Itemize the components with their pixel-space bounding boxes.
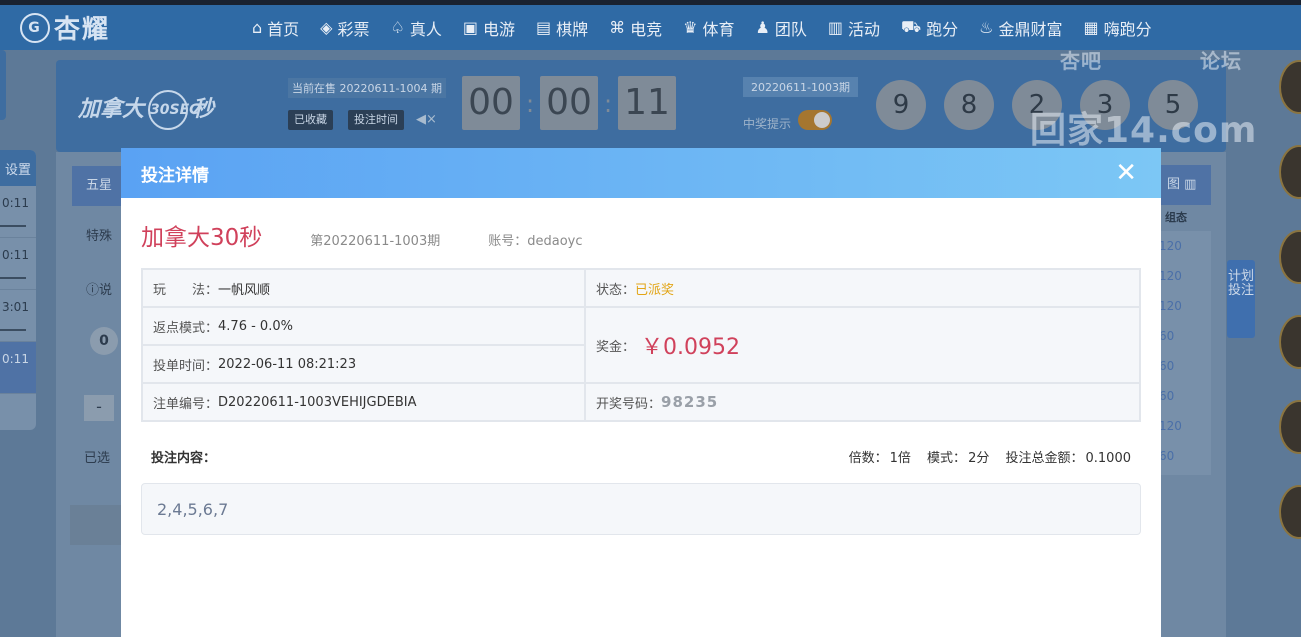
last-number-ball: 9: [876, 80, 926, 130]
team-icon: ♟: [755, 18, 770, 37]
nav-item-runscore[interactable]: ⛟ 跑分: [901, 16, 958, 40]
status-cell: 状态： 已派奖: [585, 269, 1140, 307]
logo-badge-icon: G: [20, 12, 50, 43]
live-dealer-icon: ♤: [390, 18, 405, 37]
status-badge: 已派奖: [635, 282, 675, 298]
bet-content-label: 投注内容：: [151, 450, 217, 466]
special-label[interactable]: 特殊: [86, 225, 112, 244]
plan-bet-button[interactable]: 计划投注: [1227, 260, 1255, 338]
account-label: 账号：: [488, 234, 528, 249]
minus-button[interactable]: -: [84, 395, 114, 421]
bet-summary: 加拿大30秒 第20220611-1003期 账号： dedaoyc: [141, 218, 1141, 251]
info-label: ⓘ说: [86, 283, 113, 298]
countdown-colon: :: [604, 90, 613, 118]
number-ball[interactable]: 0: [90, 327, 118, 355]
history-row[interactable]: 3:01: [0, 290, 36, 342]
history-row[interactable]: 0:11: [0, 238, 36, 290]
total-amount-value: 0.1000: [1085, 450, 1132, 466]
game-title: 加拿大 30SEC秒: [78, 90, 214, 130]
close-icon[interactable]: ✕: [1115, 160, 1137, 186]
bet-time-cell: 投单时间： 2022-06-11 08:21:23: [142, 345, 585, 383]
issue-number: 第20220611-1003期: [310, 234, 441, 249]
rebate-value: 4.76 - 0.0%: [218, 318, 293, 334]
mute-icon[interactable]: ◀×: [416, 112, 437, 127]
nav-item-sports[interactable]: ♛ 体育: [683, 16, 734, 40]
account-value: dedaoyc: [527, 234, 583, 249]
lottery-name: 加拿大30秒: [141, 225, 263, 251]
bet-detail-modal: 投注详情 ✕ 加拿大30秒 第20220611-1003期 账号： dedaoy…: [121, 148, 1161, 637]
nav-item-cards[interactable]: ▤ 棋牌: [536, 16, 588, 40]
win-hint-label: 中奖提示: [743, 117, 792, 131]
win-hint-toggle[interactable]: [798, 110, 832, 130]
play-value: 一帆风顺: [218, 282, 271, 298]
nav-item-jinding[interactable]: ♨ 金鼎财富: [979, 16, 1062, 40]
bet-meta: 倍数： 1倍 模式： 2分 投注总金额： 0.1000: [848, 450, 1132, 466]
watermark: 杏吧 论坛 回家14.com: [1030, 49, 1258, 151]
countdown-colon: :: [526, 90, 535, 118]
car-icon: ⛟: [901, 17, 922, 36]
bet-content-box: 2,4,5,6,7: [141, 483, 1141, 535]
home-icon: ⌂: [252, 18, 263, 37]
nav-item-hi-runscore[interactable]: ▦ 嗨跑分: [1084, 16, 1152, 40]
mode-value: 2分: [968, 450, 990, 466]
favorited-button[interactable]: 已收藏: [288, 110, 333, 130]
lottery-ticket-icon: ◈: [320, 18, 333, 37]
modal-title: 投注详情: [141, 165, 209, 186]
rebate-cell: 返点模式： 4.76 - 0.0%: [142, 307, 585, 345]
selected-label: 已选: [84, 451, 111, 466]
game-title-badge: 30SEC: [148, 90, 199, 130]
nav-item-esports[interactable]: ⌘ 电竞: [609, 16, 662, 40]
countdown-seconds: 11: [618, 76, 676, 130]
modal-header: 投注详情 ✕: [121, 148, 1161, 198]
nav-item-activity[interactable]: ▥ 活动: [828, 16, 880, 40]
last-issue: 20220611-1003期: [743, 77, 858, 97]
logo[interactable]: G 杏耀: [0, 9, 150, 46]
nav-menu: ⌂ 首页 ◈ 彩票 ♤ 真人 ▣ 电游 ▤ 棋牌 ⌘ 电竞 ♛ 体育 ♟ 团队 ▥ 活动 ⛟ 跑分 …: [252, 5, 1173, 50]
history-row[interactable]: 0:11: [0, 186, 36, 238]
bet-detail-table: 玩 法： 一帆风顺 状态： 已派奖 返点模式： 4.76 - 0.0% 奖金： ￥0.0…: [141, 268, 1141, 422]
order-id-cell: 注单编号： D20220611-1003VEHIJGDEBIA: [142, 383, 585, 421]
countdown-hours: 00: [462, 76, 520, 130]
nav-item-slots[interactable]: ▣ 电游: [463, 16, 515, 40]
bet-time-button[interactable]: 投注时间: [348, 110, 404, 130]
order-id-value: D20220611-1003VEHIJGDEBIA: [218, 394, 417, 410]
trophy-icon: ♛: [683, 18, 698, 37]
prize-value: ￥0.0952: [641, 335, 740, 360]
prize-cell: 奖金： ￥0.0952: [585, 307, 1140, 383]
info-icon: ⓘ: [86, 283, 100, 298]
hi-icon: ▦: [1083, 18, 1099, 37]
chart-icon: ▥: [1184, 177, 1197, 192]
last-number-ball: 8: [944, 80, 994, 130]
logo-text: 杏耀: [54, 15, 111, 45]
play-cell: 玩 法： 一帆风顺: [142, 269, 585, 307]
current-issue: 当前在售 20220611-1004 期: [288, 78, 446, 98]
gamepad-icon: ⌘: [609, 18, 626, 37]
slot-machine-icon: ▣: [462, 18, 478, 37]
left-edge-tab[interactable]: [0, 50, 6, 120]
tab-five-star[interactable]: 五星: [72, 166, 122, 206]
card-game-icon: ▤: [536, 18, 552, 37]
nav-item-live[interactable]: ♤ 真人: [391, 16, 442, 40]
draw-number-cell: 开奖号码： 98235: [585, 383, 1140, 421]
multiplier-value: 1倍: [889, 450, 911, 466]
history-row-active[interactable]: 0:11: [0, 342, 36, 394]
nav-item-lottery[interactable]: ◈ 彩票: [320, 16, 369, 40]
gift-icon: ▥: [827, 18, 843, 37]
left-panel-header[interactable]: 设置: [0, 150, 36, 186]
bet-content-header: 投注内容： 倍数： 1倍 模式： 2分 投注总金额： 0.1000: [151, 446, 1131, 466]
draw-number-value: 98235: [661, 393, 719, 411]
countdown-minutes: 00: [540, 76, 598, 130]
nav-item-team[interactable]: ♟ 团队: [756, 16, 807, 40]
top-navigation: G 杏耀 ⌂ 首页 ◈ 彩票 ♤ 真人 ▣ 电游 ▤ 棋牌 ⌘ 电竞 ♛ 体育 ♟ 团队 ▥ 活动…: [0, 5, 1301, 50]
nav-item-home[interactable]: ⌂ 首页: [252, 16, 299, 40]
left-history-panel: 设置 0:11 0:11 3:01 0:11: [0, 150, 36, 430]
cauldron-icon: ♨: [979, 18, 994, 37]
bet-time-value: 2022-06-11 08:21:23: [218, 356, 357, 372]
